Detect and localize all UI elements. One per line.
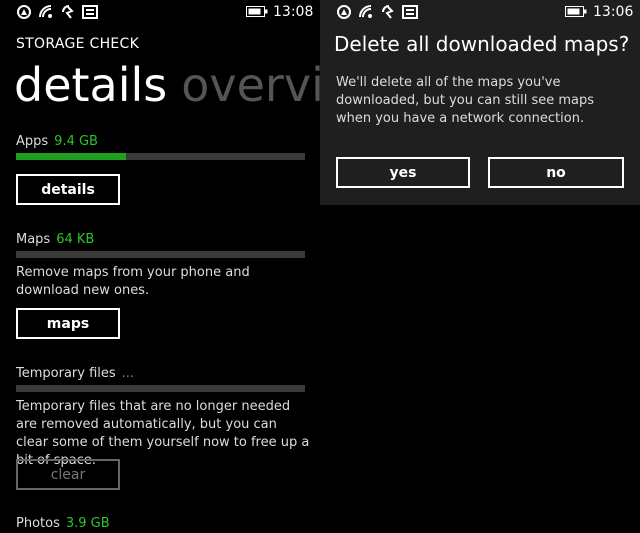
maps-label-text: Maps — [16, 232, 51, 247]
battery-icon — [565, 6, 587, 17]
data-connection-icon — [382, 5, 394, 19]
temporary-files-label-text: Temporary files — [16, 366, 116, 381]
dialog-title: Delete all downloaded maps? — [334, 32, 630, 56]
dialog-message: We'll delete all of the maps you've down… — [336, 75, 594, 126]
temporary-files-size: ... — [121, 366, 135, 381]
storage-details-screen: 13:08 STORAGE CHECK details overview Apps… — [0, 0, 320, 533]
maps-usage-bar — [16, 251, 305, 258]
details-button[interactable]: details — [16, 174, 120, 205]
apps-label: Apps 9.4 GB — [16, 134, 98, 150]
photos-label: Photos 3.9 GB — [16, 516, 110, 532]
apps-usage-fill — [16, 153, 126, 160]
signal-icon — [337, 5, 351, 19]
status-bar: 13:06 — [320, 0, 640, 24]
battery-icon — [246, 6, 268, 17]
temporary-files-label: Temporary files... — [16, 366, 134, 382]
no-button[interactable]: no — [488, 157, 624, 188]
status-bar: 13:08 — [0, 0, 320, 24]
delete-maps-screen: 13:06 Delete all downloaded maps? We'll … — [320, 0, 640, 533]
photos-size: 3.9 GB — [65, 516, 110, 531]
app-title: STORAGE CHECK — [16, 36, 140, 52]
yes-button[interactable]: yes — [336, 157, 470, 188]
maps-size: 64 KB — [56, 232, 95, 247]
wifi-icon — [39, 5, 52, 18]
wifi-icon — [359, 5, 372, 18]
pivot-tab-details[interactable]: details — [14, 58, 167, 112]
pivot-tab-overview[interactable]: overview — [181, 58, 320, 112]
data-connection-icon — [62, 5, 74, 19]
pivot-header: details overview — [14, 56, 320, 114]
signal-icon — [17, 5, 31, 19]
status-time: 13:08 — [273, 4, 314, 20]
message-icon — [82, 5, 98, 19]
apps-size: 9.4 GB — [54, 134, 98, 149]
maps-description: Remove maps from your phone and download… — [16, 265, 250, 298]
temporary-files-usage-bar — [16, 385, 305, 392]
status-time: 13:06 — [593, 4, 634, 20]
photos-label-text: Photos — [16, 516, 60, 531]
maps-button[interactable]: maps — [16, 308, 120, 339]
message-icon — [402, 5, 418, 19]
maps-label: Maps 64 KB — [16, 232, 94, 248]
delete-maps-dialog: 13:06 Delete all downloaded maps? We'll … — [320, 0, 640, 205]
apps-label-text: Apps — [16, 134, 49, 149]
apps-usage-bar — [16, 153, 305, 160]
clear-button[interactable]: clear — [16, 459, 120, 490]
